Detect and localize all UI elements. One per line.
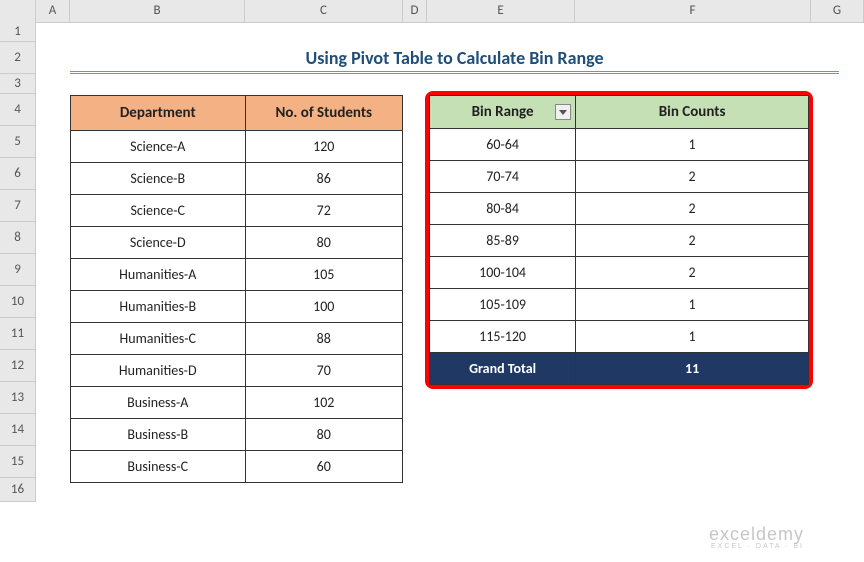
watermark-main: exceldemy: [709, 524, 804, 544]
col-header-D[interactable]: D: [403, 0, 427, 22]
grand-total-value[interactable]: 11: [576, 353, 809, 385]
col-header-F[interactable]: F: [575, 0, 811, 22]
row-header-10[interactable]: 10: [0, 286, 36, 318]
col-header-C[interactable]: C: [245, 0, 403, 22]
select-all-corner[interactable]: [0, 0, 36, 22]
row-header-15[interactable]: 15: [0, 446, 36, 478]
row-header-4[interactable]: 4: [0, 94, 36, 126]
table-row: Humanities-D70: [71, 355, 403, 387]
row-header-3[interactable]: 3: [0, 74, 36, 94]
table-row: Business-C60: [71, 451, 403, 483]
col-header-G[interactable]: G: [811, 0, 864, 22]
grand-total-label[interactable]: Grand Total: [430, 353, 576, 385]
row-header-11[interactable]: 11: [0, 318, 36, 350]
table-row: 105-1091: [430, 289, 809, 321]
table-row: Science-A120: [71, 131, 403, 163]
spreadsheet: A B C D E F G 1 2 3 4 5 6 7 8 9 10 11 12…: [0, 0, 864, 562]
page-title: Using Pivot Table to Calculate Bin Range: [70, 42, 839, 74]
row-header-16[interactable]: 16: [0, 478, 36, 502]
col-header-A[interactable]: A: [36, 0, 70, 22]
table-row: 70-742: [430, 161, 809, 193]
table-row: Science-B86: [71, 163, 403, 195]
table-row: 85-892: [430, 225, 809, 257]
row-header-14[interactable]: 14: [0, 414, 36, 446]
col-header-E[interactable]: E: [427, 0, 575, 22]
dept-tbody: Science-A120 Science-B86 Science-C72 Sci…: [71, 131, 403, 483]
table-row: Science-C72: [71, 195, 403, 227]
row-header-8[interactable]: 8: [0, 222, 36, 254]
grand-total-row: Grand Total 11: [430, 353, 809, 385]
students-header[interactable]: No. of Students: [245, 96, 403, 131]
column-headers: A B C D E F G: [0, 0, 864, 23]
watermark-sub: EXCEL · DATA · BI: [709, 543, 804, 550]
dept-header[interactable]: Department: [71, 96, 246, 131]
row-header-13[interactable]: 13: [0, 382, 36, 414]
table-row: 115-1201: [430, 321, 809, 353]
row-header-6[interactable]: 6: [0, 158, 36, 190]
row-header-1[interactable]: 1: [0, 22, 36, 42]
col-header-B[interactable]: B: [70, 0, 245, 22]
table-row: 80-842: [430, 193, 809, 225]
pivot-table-highlight: Bin Range Bin Counts 60-641 70-742 80-84…: [425, 91, 813, 389]
table-row: 60-641: [430, 129, 809, 161]
bin-counts-header[interactable]: Bin Counts: [576, 96, 809, 129]
watermark: exceldemy EXCEL · DATA · BI: [709, 524, 804, 550]
row-header-12[interactable]: 12: [0, 350, 36, 382]
table-row: Business-B80: [71, 419, 403, 451]
table-row: Science-D80: [71, 227, 403, 259]
table-row: 100-1042: [430, 257, 809, 289]
bin-range-label: Bin Range: [472, 103, 534, 121]
filter-dropdown-icon[interactable]: [555, 104, 571, 120]
row-header-7[interactable]: 7: [0, 190, 36, 222]
department-table: Department No. of Students Science-A120 …: [70, 95, 403, 483]
table-row: Humanities-A105: [71, 259, 403, 291]
row-header-2[interactable]: 2: [0, 42, 36, 74]
table-row: Business-A102: [71, 387, 403, 419]
pivot-table: Bin Range Bin Counts 60-641 70-742 80-84…: [429, 95, 809, 385]
row-header-5[interactable]: 5: [0, 126, 36, 158]
table-row: Humanities-C88: [71, 323, 403, 355]
row-headers: 1 2 3 4 5 6 7 8 9 10 11 12 13 14 15 16: [0, 22, 36, 502]
bin-range-header[interactable]: Bin Range: [430, 96, 576, 129]
table-row: Humanities-B100: [71, 291, 403, 323]
row-header-9[interactable]: 9: [0, 254, 36, 286]
